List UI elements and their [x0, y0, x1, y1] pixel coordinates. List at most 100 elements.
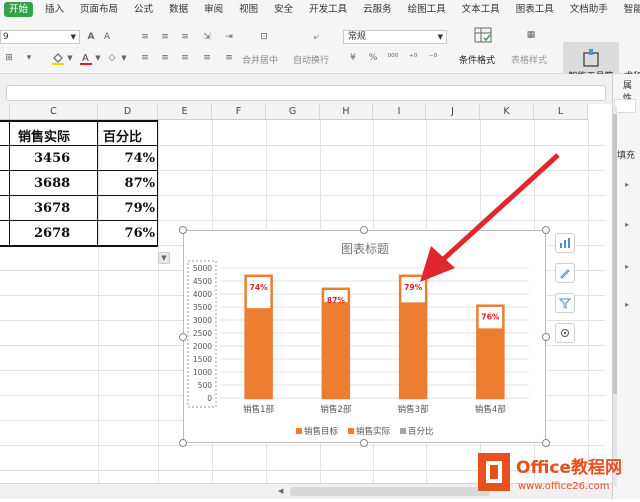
thousands-icon[interactable]: ⁰⁰⁰: [386, 51, 400, 65]
merge-center-icon[interactable]: ⊡: [252, 27, 276, 47]
resize-handle[interactable]: [542, 439, 550, 447]
formula-input[interactable]: [6, 85, 606, 101]
bar-actual[interactable]: [400, 302, 427, 398]
cell-percent[interactable]: 87%: [115, 176, 155, 191]
justify-icon[interactable]: ≡: [200, 51, 214, 65]
chart-filter-button[interactable]: [555, 293, 575, 313]
currency-icon[interactable]: ¥: [346, 51, 360, 65]
tab-14[interactable]: 智能工具: [616, 0, 640, 19]
cell-percent[interactable]: 79%: [115, 201, 155, 216]
scrollbar-thumb[interactable]: [613, 114, 617, 394]
align-top-icon[interactable]: ≡: [138, 30, 152, 44]
align-middle-icon[interactable]: ≡: [158, 30, 172, 44]
column-header-L[interactable]: L: [534, 104, 588, 120]
conditional-format-button[interactable]: 条件格式: [459, 53, 495, 66]
chevron-down-icon[interactable]: ▼: [66, 51, 74, 65]
decrease-decimal-icon[interactable]: ⁻⁰: [426, 51, 440, 65]
tab-4[interactable]: 数据: [161, 0, 196, 19]
header-cell[interactable]: 销售实际: [18, 126, 70, 145]
table-style-icon[interactable]: ▦: [520, 25, 542, 45]
table-style-button[interactable]: 表格样式: [511, 53, 547, 66]
pane-tab[interactable]: [614, 99, 636, 113]
pane-expand-icon[interactable]: ▸: [625, 300, 629, 309]
tab-10[interactable]: 绘图工具: [400, 0, 454, 19]
column-header-I[interactable]: I: [373, 104, 426, 120]
indent-icon[interactable]: ⇥: [222, 30, 236, 44]
cell-actual[interactable]: 3688: [34, 176, 70, 191]
header-cell[interactable]: 百分比: [103, 126, 142, 145]
chart-title[interactable]: 图表标题: [341, 242, 389, 256]
conditional-format-icon[interactable]: [472, 25, 494, 45]
pane-expand-icon[interactable]: ▸: [625, 180, 629, 189]
font-increase-icon[interactable]: A: [84, 30, 98, 44]
tab-1[interactable]: 插入: [37, 0, 72, 19]
column-header-D[interactable]: D: [98, 104, 158, 120]
resize-handle[interactable]: [360, 226, 368, 234]
orientation-icon[interactable]: ⇲: [200, 30, 214, 44]
font-decrease-icon[interactable]: A: [100, 30, 114, 44]
data-label[interactable]: 74%: [250, 283, 268, 292]
chevron-down-icon[interactable]: ▼: [158, 252, 170, 264]
column-header-F[interactable]: F: [212, 104, 266, 120]
percent-icon[interactable]: %: [366, 51, 380, 65]
number-format-select[interactable]: 常规 ▼: [343, 30, 447, 44]
cell-percent[interactable]: 74%: [115, 151, 155, 166]
distributed-icon[interactable]: ≡: [222, 51, 236, 65]
tab-6[interactable]: 视图: [231, 0, 266, 19]
font-color-icon[interactable]: A: [78, 50, 94, 66]
tab-7[interactable]: 安全: [266, 0, 301, 19]
data-label[interactable]: 76%: [481, 313, 499, 322]
tab-13[interactable]: 文档助手: [562, 0, 616, 19]
align-center-icon[interactable]: ≡: [158, 51, 172, 65]
resize-handle[interactable]: [360, 439, 368, 447]
tab-5[interactable]: 审阅: [196, 0, 231, 19]
bar-actual[interactable]: [245, 308, 272, 398]
chevron-down-icon[interactable]: ▼: [120, 51, 128, 65]
cell-actual[interactable]: 2678: [34, 226, 70, 241]
legend-label[interactable]: 百分比: [408, 426, 434, 437]
cell-actual[interactable]: 3456: [34, 151, 70, 166]
tab-3[interactable]: 公式: [126, 0, 161, 19]
tab-9[interactable]: 云服务: [355, 0, 400, 19]
column-header-C[interactable]: C: [10, 104, 98, 120]
align-bottom-icon[interactable]: ≡: [178, 30, 192, 44]
chart-settings-button[interactable]: [555, 323, 575, 343]
tab-2[interactable]: 页面布局: [72, 0, 126, 19]
resize-handle[interactable]: [179, 226, 187, 234]
auto-wrap-button[interactable]: 自动换行: [293, 53, 329, 66]
cell-percent[interactable]: 76%: [115, 226, 155, 241]
column-header-H[interactable]: H: [320, 104, 373, 120]
wrap-text-icon[interactable]: ⤶: [304, 27, 328, 47]
pane-item-fill[interactable]: 填充: [617, 148, 635, 161]
increase-decimal-icon[interactable]: ⁺⁰: [406, 51, 420, 65]
tab-12[interactable]: 图表工具: [508, 0, 562, 19]
pane-expand-icon[interactable]: ▸: [625, 262, 629, 271]
horizontal-scrollbar[interactable]: [290, 487, 490, 496]
fill-color-icon[interactable]: [50, 50, 66, 66]
resize-handle[interactable]: [179, 333, 187, 341]
border-icon[interactable]: ⊞: [2, 51, 16, 65]
chevron-down-icon[interactable]: ▼: [94, 51, 102, 65]
pane-expand-icon[interactable]: ▸: [625, 220, 629, 229]
legend-label[interactable]: 销售实际: [356, 426, 391, 437]
border-dropdown-icon[interactable]: ▾: [22, 51, 36, 65]
cell-actual[interactable]: 3678: [34, 201, 70, 216]
data-label[interactable]: 87%: [327, 296, 345, 305]
merge-center-button[interactable]: 合并居中: [242, 53, 278, 66]
bar-actual[interactable]: [322, 302, 349, 398]
column-header-G[interactable]: G: [266, 104, 320, 120]
bar-actual[interactable]: [477, 328, 504, 398]
tab-8[interactable]: 开发工具: [301, 0, 355, 19]
align-left-icon[interactable]: ≡: [138, 51, 152, 65]
column-header-E[interactable]: E: [158, 104, 212, 120]
column-header-J[interactable]: J: [426, 104, 480, 120]
resize-handle[interactable]: [542, 333, 550, 341]
legend-label[interactable]: 销售目标: [304, 426, 339, 437]
tab-0[interactable]: 开始: [4, 2, 34, 17]
eraser-icon[interactable]: ◇: [104, 50, 120, 66]
font-size-select[interactable]: 9 ▼: [0, 30, 80, 44]
scroll-left-icon[interactable]: ◀: [278, 487, 283, 495]
align-right-icon[interactable]: ≡: [178, 51, 192, 65]
column-header[interactable]: [0, 104, 10, 120]
column-header-K[interactable]: K: [480, 104, 534, 120]
